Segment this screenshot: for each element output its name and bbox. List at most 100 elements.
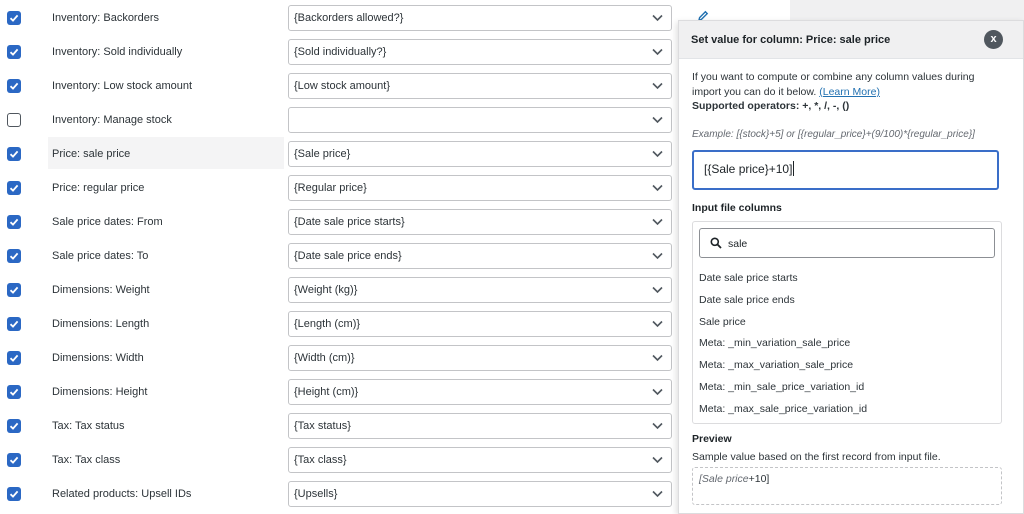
mapping-row: Sale price dates: To {Date sale price end… [0,239,690,273]
row-label: Sale price dates: To [52,250,149,262]
chevron-down-icon [652,456,663,464]
column-list-item[interactable]: Meta: _min_sale_price_variation_id [699,381,864,393]
checkmark-icon [9,82,19,90]
mapping-row: Tax: Tax class {Tax class} [0,443,690,477]
column-mapping-list: Inventory: Backorders {Backorders allowed… [0,0,690,514]
column-select[interactable]: {Width (cm)} [288,345,672,371]
formula-value: [{Sale price}+10] [704,162,793,176]
select-value: {Backorders allowed?} [294,12,404,24]
row-label: Related products: Upsell IDs [52,488,192,500]
row-checkbox[interactable] [7,317,21,331]
select-value: {Sold individually?} [294,46,387,58]
checkmark-icon [9,48,19,56]
select-value: {Length (cm)} [294,318,361,330]
select-value: {Upsells} [294,488,338,500]
close-button[interactable]: x [984,30,1003,49]
column-search-input[interactable]: sale [699,228,995,258]
row-checkbox[interactable] [7,113,21,127]
chevron-down-icon [652,116,663,124]
chevron-down-icon [652,14,663,22]
preview-box: [Sale price+10] [692,467,1002,505]
chevron-down-icon [652,48,663,56]
column-select[interactable]: {Regular price} [288,175,672,201]
column-select[interactable]: {Date sale price ends} [288,243,672,269]
mapping-row: Price: regular price {Regular price} [0,171,690,205]
checkmark-icon [9,286,19,294]
select-value: {Weight (kg)} [294,284,358,296]
mapping-row: Inventory: Low stock amount {Low stock am… [0,69,690,103]
select-value: {Sale price} [294,148,351,160]
chevron-down-icon [652,286,663,294]
column-list-item[interactable]: Meta: _max_sale_price_variation_id [699,403,867,415]
row-label: Sale price dates: From [52,216,163,228]
checkmark-icon [9,456,19,464]
select-value: {Date sale price ends} [294,250,402,262]
row-checkbox[interactable] [7,215,21,229]
mapping-row: Inventory: Sold individually {Sold indivi… [0,35,690,69]
learn-more-link[interactable]: (Learn More) [819,86,880,98]
preview-title: Preview [692,433,732,445]
panel-title: Set value for column: Price: sale price [691,34,891,46]
search-value: sale [728,238,748,250]
select-value: {Low stock amount} [294,80,391,92]
chevron-down-icon [652,490,663,498]
chevron-down-icon [652,218,663,226]
row-label: Dimensions: Width [52,352,144,364]
set-value-panel: Set value for column: Price: sale price … [678,20,1024,514]
column-list-item[interactable]: Date sale price ends [699,294,795,306]
select-value: {Height (cm)} [294,386,359,398]
row-label: Tax: Tax class [52,454,121,466]
column-list-item[interactable]: Date sale price starts [699,272,798,284]
column-select[interactable] [288,107,672,133]
text-cursor [793,161,794,176]
column-select[interactable]: {Height (cm)} [288,379,672,405]
row-label: Inventory: Sold individually [52,46,183,58]
chevron-down-icon [652,388,663,396]
mapping-row: Inventory: Backorders {Backorders allowed… [0,1,690,35]
panel-header: Set value for column: Price: sale price … [679,21,1023,59]
column-select[interactable]: {Upsells} [288,481,672,507]
row-checkbox[interactable] [7,385,21,399]
column-select[interactable]: {Low stock amount} [288,73,672,99]
row-checkbox[interactable] [7,45,21,59]
column-list-item[interactable]: Sale price [699,316,746,328]
row-label: Price: regular price [52,182,145,194]
preview-description: Sample value based on the first record f… [692,451,941,463]
column-select[interactable]: {Length (cm)} [288,311,672,337]
column-list-item[interactable]: Meta: _min_variation_sale_price [699,337,850,349]
column-select[interactable]: {Backorders allowed?} [288,5,672,31]
select-value: {Tax class} [294,454,347,466]
row-checkbox[interactable] [7,419,21,433]
column-select[interactable]: {Tax status} [288,413,672,439]
checkmark-icon [9,388,19,396]
mapping-row: Tax: Tax status {Tax status} [0,409,690,443]
select-value: {Regular price} [294,182,367,194]
mapping-row: Dimensions: Weight {Weight (kg)} [0,273,690,307]
chevron-down-icon [652,184,663,192]
row-checkbox[interactable] [7,79,21,93]
row-label: Dimensions: Height [52,386,148,398]
row-checkbox[interactable] [7,487,21,501]
row-checkbox[interactable] [7,181,21,195]
row-label: Inventory: Manage stock [52,114,172,126]
mapping-row: Sale price dates: From {Date sale price s… [0,205,690,239]
column-select[interactable]: {Weight (kg)} [288,277,672,303]
row-checkbox[interactable] [7,147,21,161]
select-value: {Date sale price starts} [294,216,405,228]
preview-value-italic: [Sale price [699,473,749,485]
panel-description: If you want to compute or combine any co… [692,70,992,100]
row-checkbox[interactable] [7,249,21,263]
column-select[interactable]: {Sold individually?} [288,39,672,65]
formula-input[interactable]: [{Sale price}+10] [692,150,999,190]
row-checkbox[interactable] [7,453,21,467]
mapping-row: Price: sale price {Sale price} [0,137,690,171]
column-select[interactable]: {Tax class} [288,447,672,473]
column-select[interactable]: {Date sale price starts} [288,209,672,235]
row-checkbox[interactable] [7,351,21,365]
chevron-down-icon [652,252,663,260]
column-list-item[interactable]: Meta: _max_variation_sale_price [699,359,853,371]
checkmark-icon [9,422,19,430]
row-checkbox[interactable] [7,11,21,25]
row-checkbox[interactable] [7,283,21,297]
column-select[interactable]: {Sale price} [288,141,672,167]
